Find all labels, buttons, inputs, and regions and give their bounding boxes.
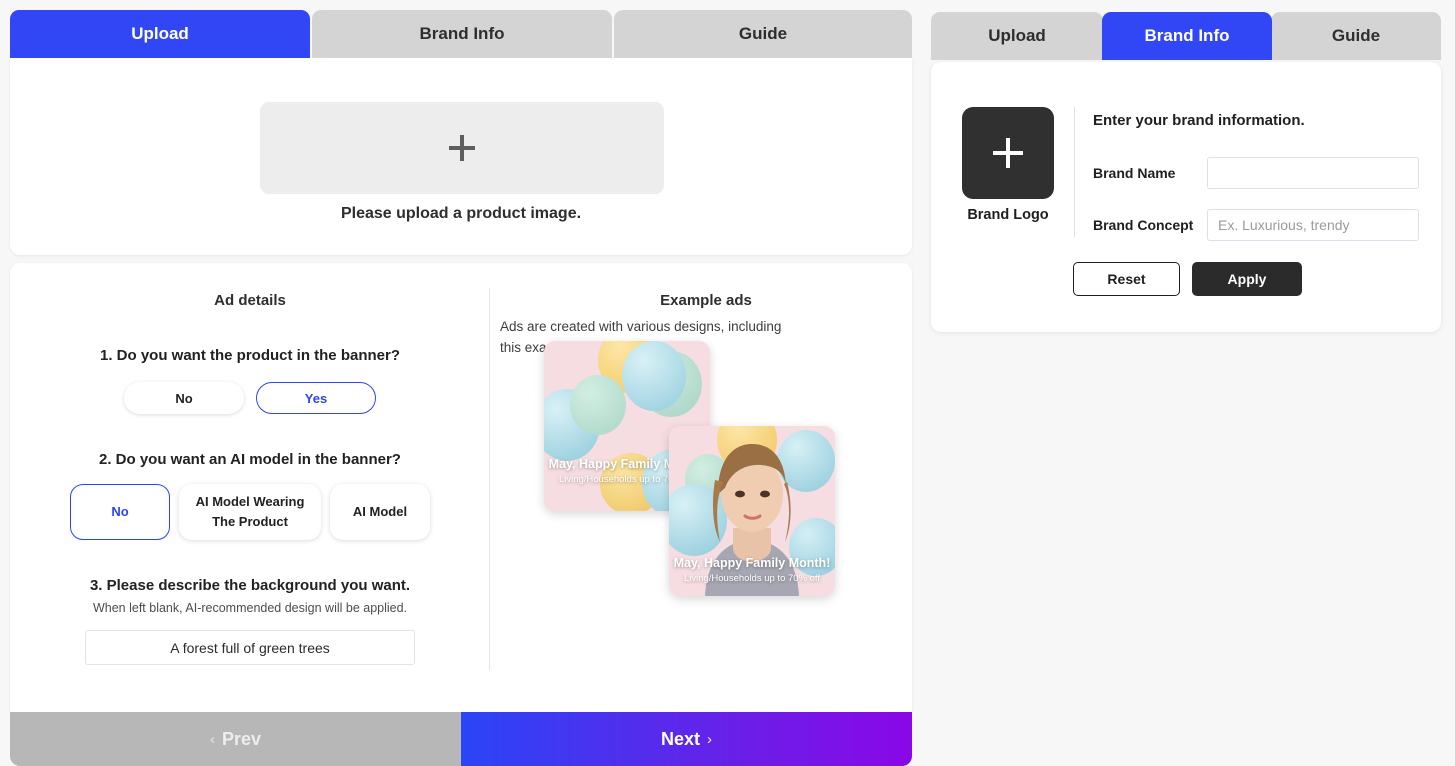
next-button[interactable]: Next › [461, 712, 912, 766]
tab-upload[interactable]: Upload [10, 10, 310, 58]
question-1-text: 1. Do you want the product in the banner… [99, 347, 400, 364]
tab-brand-info[interactable]: Brand Info [312, 10, 612, 58]
option-aimodel-wearing-product[interactable]: AI Model Wearing The Product [179, 484, 321, 540]
prev-button[interactable]: ‹ Prev [10, 712, 461, 766]
question-2-options: No AI Model Wearing The Product AI Model [10, 484, 490, 540]
right-tab-brand-info-label: Brand Info [1144, 26, 1230, 45]
right-panel: Upload Brand Info Guide Brand Logo Enter… [931, 12, 1441, 332]
right-tab-upload[interactable]: Upload [931, 12, 1103, 60]
example-ads-column: Example ads Ads are created with various… [500, 263, 912, 712]
option-aimodel[interactable]: AI Model [330, 484, 430, 540]
brand-logo-upload[interactable] [962, 107, 1054, 199]
right-tab-guide-label: Guide [1331, 26, 1381, 45]
product-image-dropzone[interactable] [260, 102, 664, 194]
option-product-yes-label: Yes [304, 390, 328, 406]
ad-details-card: Ad details 1. Do you want the product in… [10, 263, 912, 712]
ad-details-column: Ad details 1. Do you want the product in… [10, 263, 490, 712]
right-tab-brand-info[interactable]: Brand Info [1102, 12, 1272, 60]
right-tabbar: Upload Brand Info Guide [931, 12, 1441, 62]
ad-details-title: Ad details [214, 292, 286, 309]
option-aimodel-wearing-product-label: AI Model Wearing The Product [195, 493, 305, 529]
plus-icon [993, 138, 1023, 168]
chevron-left-icon: ‹ [209, 730, 215, 748]
chevron-right-icon: › [707, 730, 712, 748]
tab-upload-label: Upload [131, 24, 189, 43]
left-panel: Upload Brand Info Guide Please upload a … [10, 10, 912, 766]
example-ads-title: Example ads [660, 292, 752, 309]
brand-name-label: Brand Name [1093, 165, 1176, 181]
example-ad-card-2[interactable]: May, Happy Family Month! Living/Househol… [669, 426, 835, 596]
brand-actions: Reset Apply [1073, 262, 1302, 296]
upload-card: Please upload a product image. [10, 58, 912, 255]
right-tab-upload-label: Upload [988, 26, 1046, 45]
upload-hint: Please upload a product image. [340, 205, 582, 222]
next-button-label: Next [660, 728, 700, 749]
tab-guide[interactable]: Guide [614, 10, 912, 58]
left-tabbar: Upload Brand Info Guide [10, 10, 912, 58]
option-product-no-label: No [175, 390, 193, 406]
brand-logo-label: Brand Logo [967, 207, 1049, 223]
question-2-text: 2. Do you want an AI model in the banner… [99, 451, 401, 468]
right-tab-guide[interactable]: Guide [1271, 12, 1441, 60]
wizard-navbar: ‹ Prev Next › [10, 712, 912, 766]
brand-info-card: Brand Logo Enter your brand information.… [931, 62, 1441, 332]
option-aimodel-label: AI Model [352, 503, 408, 519]
tab-guide-label: Guide [738, 24, 788, 43]
example-ad-card-2-text: May, Happy Family Month! Living/Househol… [669, 556, 835, 584]
brand-name-input[interactable] [1207, 157, 1419, 189]
brand-divider [1074, 107, 1075, 237]
question-1-options: No Yes [10, 382, 490, 414]
tab-brand-info-label: Brand Info [419, 24, 505, 43]
brand-concept-input[interactable] [1207, 209, 1419, 241]
background-description-input[interactable] [85, 630, 415, 665]
question-3-subtext: When left blank, AI-recommended design w… [92, 601, 408, 615]
option-product-no[interactable]: No [124, 382, 244, 414]
example-ad-card-2-subline: Living/Households up to 70% off [683, 573, 821, 584]
app-root: Upload Brand Info Guide Please upload a … [0, 0, 1455, 766]
brand-concept-row: Brand Concept [1093, 209, 1419, 241]
brand-name-row: Brand Name [1093, 157, 1419, 189]
example-ad-card-2-headline: May, Happy Family Month! [673, 556, 831, 570]
example-ads-stage: May, Happy Family Month! Living/Househol… [544, 341, 884, 601]
prev-button-label: Prev [221, 728, 262, 749]
apply-button[interactable]: Apply [1192, 262, 1302, 296]
option-aimodel-no-label: No [111, 503, 129, 519]
brand-concept-label: Brand Concept [1093, 217, 1194, 233]
question-3-text: 3. Please describe the background you wa… [89, 577, 411, 594]
option-product-yes[interactable]: Yes [256, 382, 376, 414]
option-aimodel-no[interactable]: No [70, 484, 170, 540]
plus-icon [449, 135, 475, 161]
brand-heading: Enter your brand information. [1093, 112, 1305, 129]
reset-button[interactable]: Reset [1073, 262, 1180, 296]
